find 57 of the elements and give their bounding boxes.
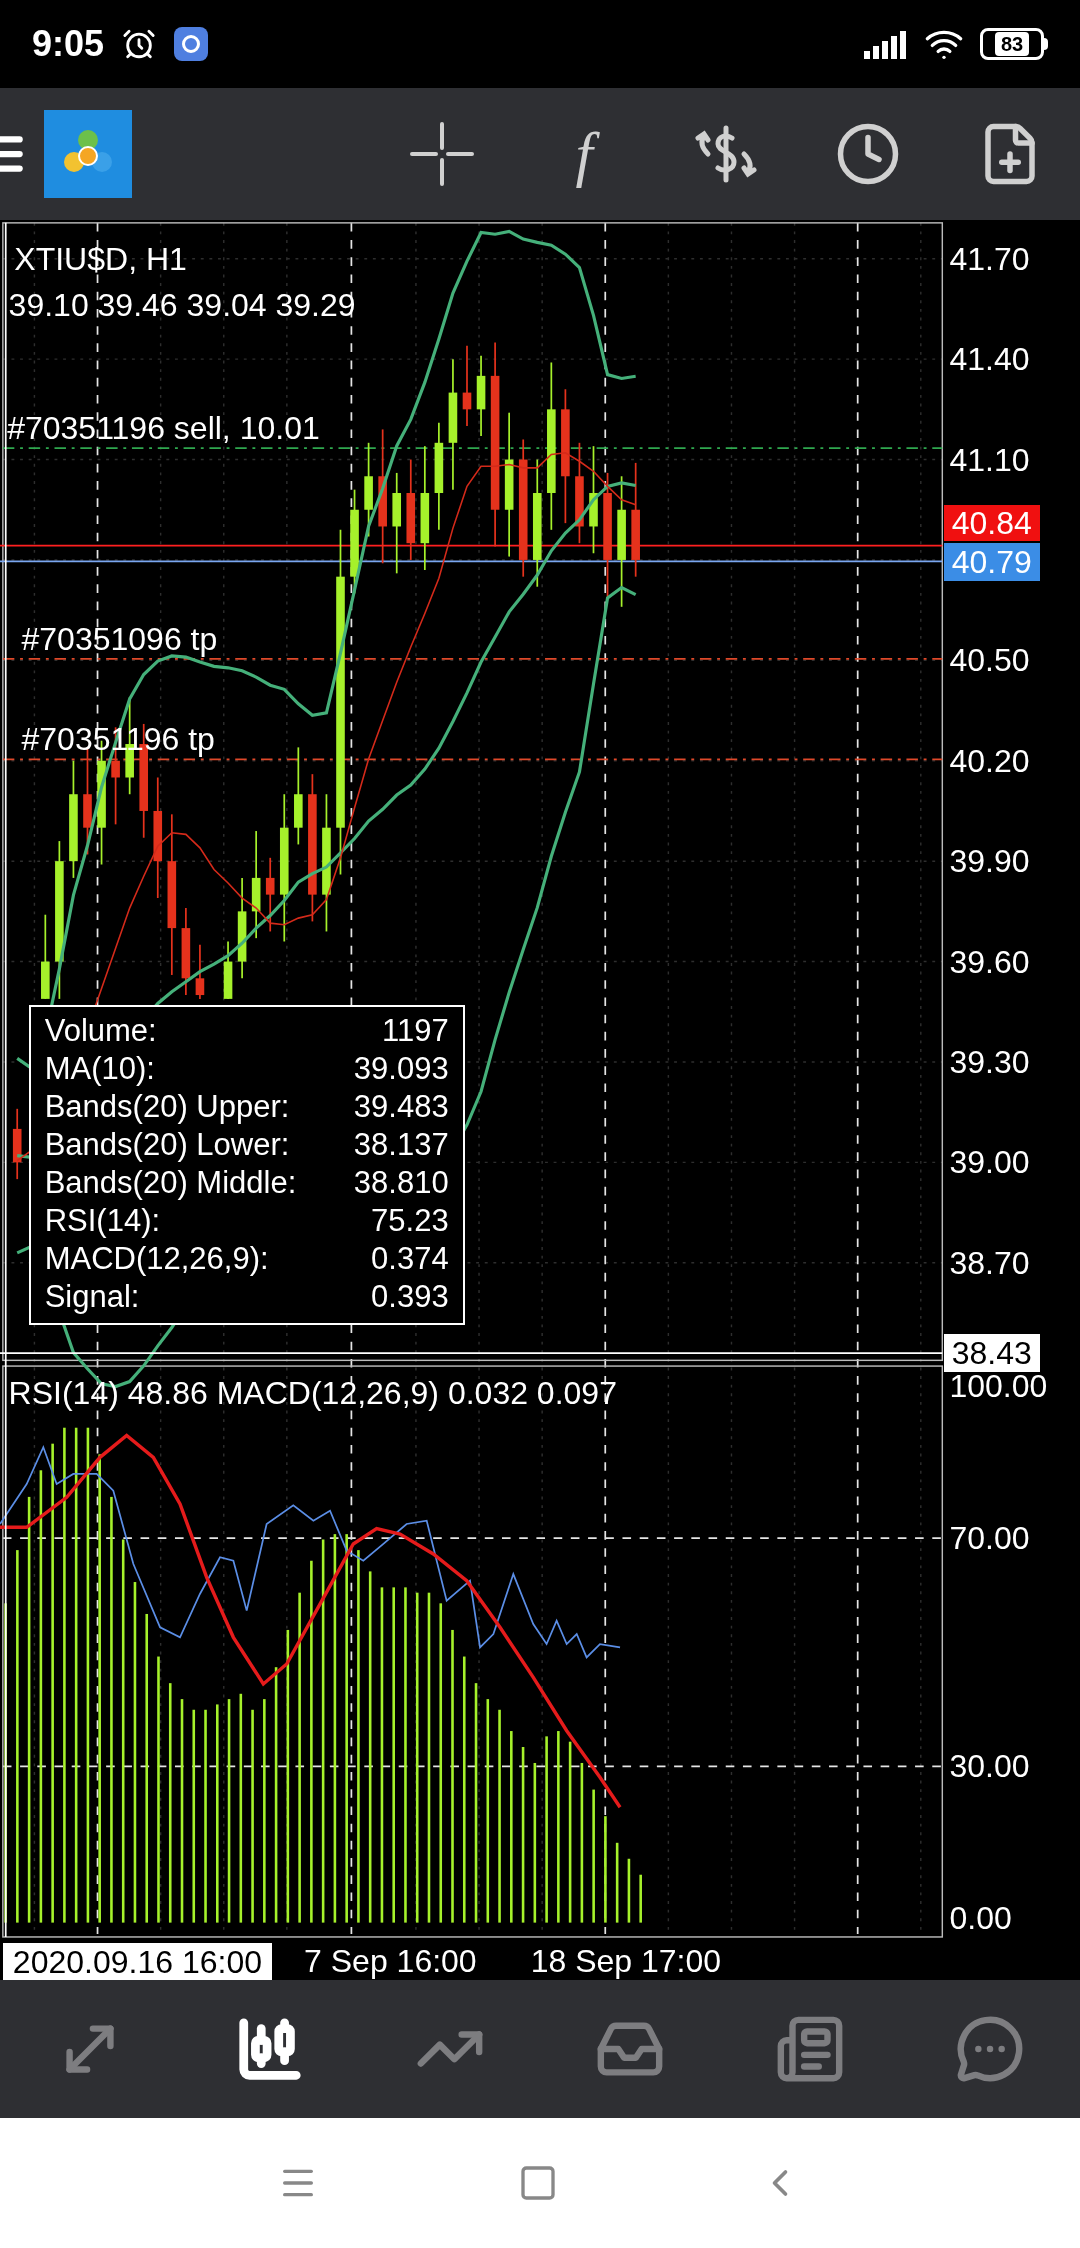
indicator-header: RSI(14) 48.86 MACD(12,26,9) 0.032 0.097 [8, 1377, 617, 1410]
indicator-axis-label: 70.00 [949, 1522, 1030, 1555]
battery-level: 83 [994, 32, 1030, 56]
price-axis-label: 40.20 [949, 744, 1030, 777]
price-axis-label: 41.40 [949, 343, 1030, 376]
price-axis-label: 40.50 [949, 644, 1030, 677]
ask-price-tag: 40.79 [943, 542, 1040, 581]
dollar-arrows-icon [692, 124, 760, 184]
data-value: 39.483 [353, 1088, 449, 1127]
indicator-axis-label: 100.00 [949, 1370, 1048, 1403]
alarm-icon [122, 27, 157, 61]
indicators-button[interactable]: f [544, 114, 624, 194]
crosshair-price-tag: 38.43 [943, 1334, 1040, 1373]
status-time: 9:05 [32, 22, 105, 66]
data-label: RSI(14): [44, 1202, 161, 1241]
crosshair-icon [410, 122, 474, 186]
data-value: 1197 [382, 1012, 449, 1051]
data-value: 75.23 [371, 1202, 449, 1241]
data-value: 39.093 [353, 1050, 449, 1089]
price-axis-label: 39.60 [949, 945, 1030, 978]
order-label: #70351196 sell, 10.01 [7, 411, 320, 444]
app-notification-icon [174, 27, 209, 61]
price-axis-label: 39.90 [949, 845, 1030, 878]
candle [195, 944, 205, 1000]
ohlc-values: 39.10 39.46 39.04 39.29 [8, 288, 356, 321]
histogram-bar [627, 1858, 631, 1923]
data-value: 38.137 [353, 1126, 449, 1165]
time-axis-label: 18 Sep 17:00 [530, 1945, 722, 1978]
price-axis-label: 39.00 [949, 1146, 1030, 1179]
price-axis-label: 39.30 [949, 1045, 1030, 1078]
data-label: Signal: [44, 1278, 140, 1317]
home-icon[interactable] [518, 2163, 558, 2203]
data-label: Bands(20) Lower: [44, 1126, 290, 1165]
crosshair-time-tag: 2020.09.16 16:00 [2, 1942, 272, 1980]
clock-icon [835, 121, 901, 187]
data-label: Volume: [44, 1012, 157, 1051]
data-label: Bands(20) Upper: [44, 1088, 290, 1127]
data-label: MA(10): [44, 1050, 155, 1089]
candle [223, 940, 233, 1000]
time-axis-label: 7 Sep 16:00 [304, 1945, 477, 1978]
price-axis-label: 41.10 [949, 443, 1030, 476]
data-label: Bands(20) Middle: [44, 1164, 297, 1203]
newspaper-icon [775, 2014, 845, 2084]
price-axis-label: 41.70 [949, 242, 1030, 275]
data-value: 0.374 [371, 1240, 449, 1279]
price-axis-label: 38.70 [949, 1246, 1030, 1279]
data-label: MACD(12,26,9): [44, 1240, 269, 1279]
bid-price-tag: 40.84 [943, 505, 1040, 542]
histogram-bar [639, 1874, 642, 1923]
take-profit-label: #70351096 tp [21, 622, 218, 655]
chat-bubble-icon [955, 2014, 1025, 2084]
data-value: 0.393 [371, 1278, 449, 1317]
signal-icon [864, 29, 908, 59]
data-value: 38.810 [353, 1164, 449, 1203]
indicator-axis-label: 30.00 [949, 1750, 1030, 1783]
indicator-axis-label: 0.00 [949, 1902, 1012, 1935]
symbol-label: XTIU$D, H1 [14, 242, 187, 275]
